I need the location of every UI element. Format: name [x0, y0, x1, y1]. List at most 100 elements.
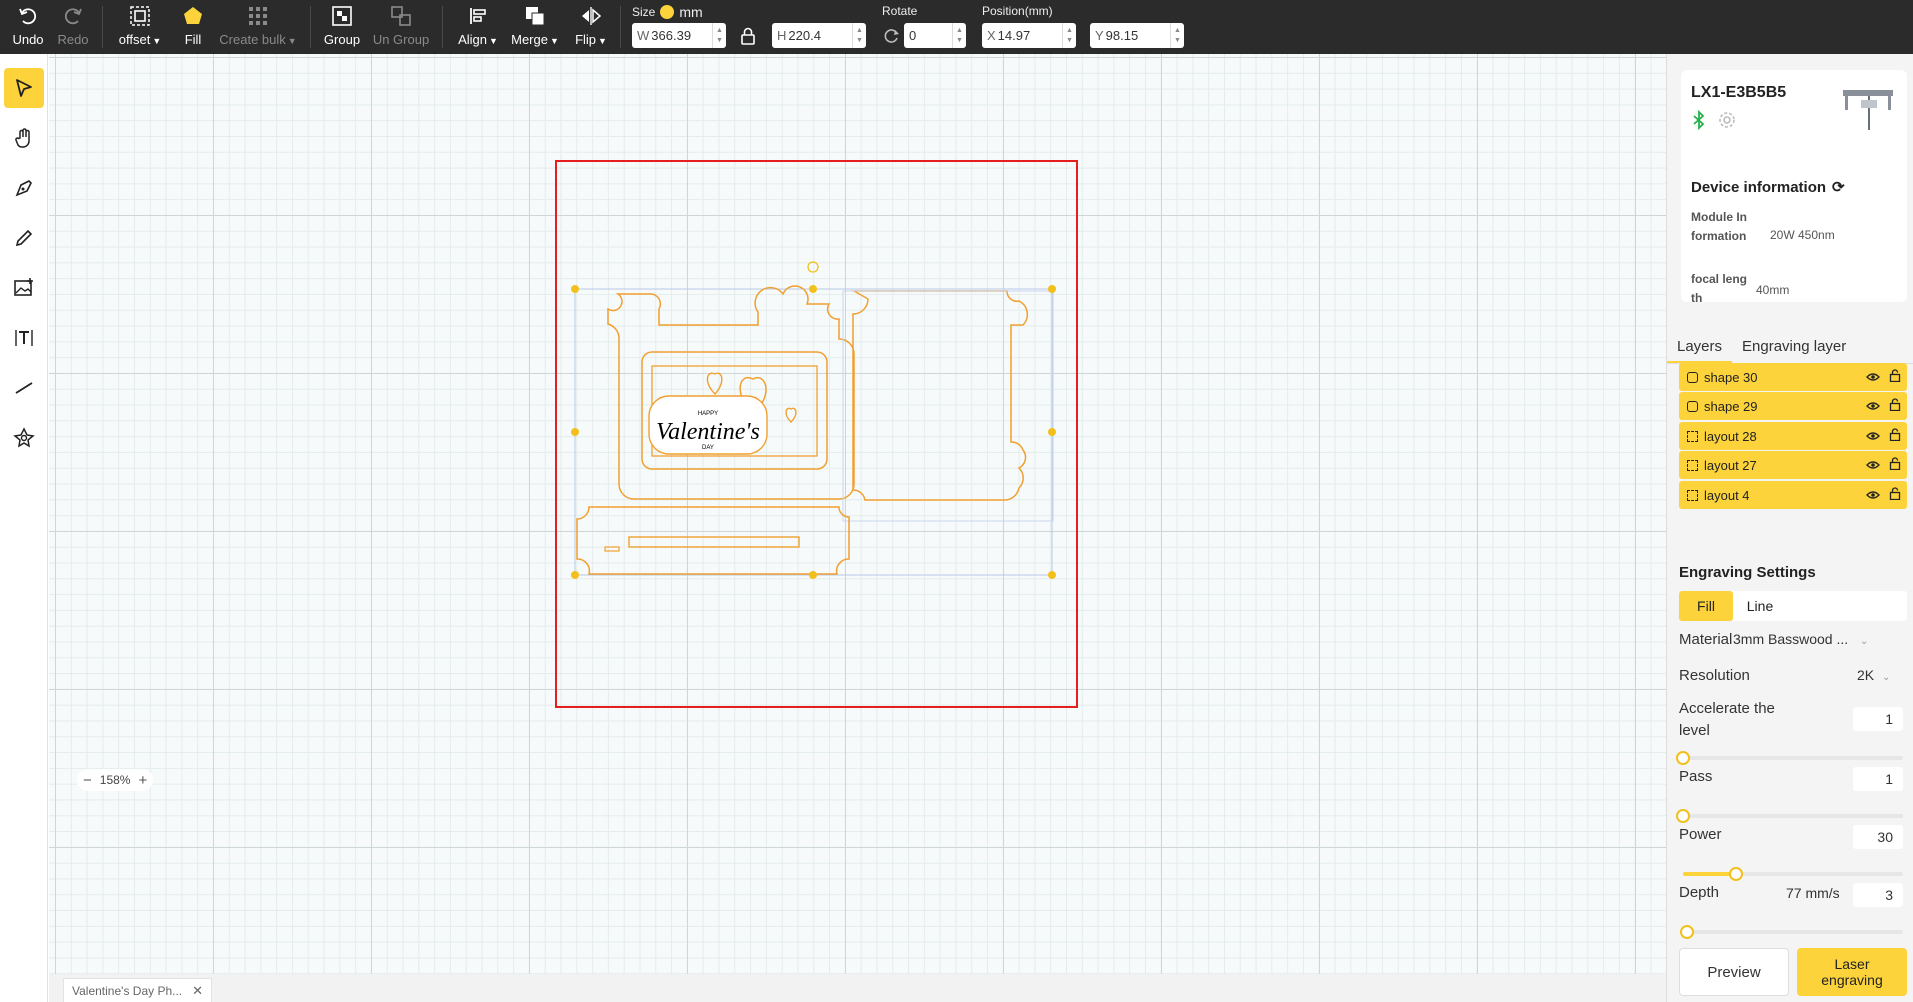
artwork-layer: HAPPY Valentine's DAY [555, 160, 1078, 708]
panel-tabs: Layers Engraving layer [1667, 330, 1913, 364]
zoom-out-icon[interactable]: − [83, 772, 92, 789]
layer-row[interactable]: layout 27 [1679, 451, 1907, 479]
x-input[interactable]: X 14.97 ▲ ▼ [982, 23, 1076, 48]
design-canvas[interactable]: HAPPY Valentine's DAY − 158% + [49, 54, 1666, 974]
material-select[interactable]: 3mm Basswood ... ⌄ [1733, 631, 1868, 647]
layer-row[interactable]: shape 30 [1679, 363, 1907, 391]
unlock-icon[interactable] [1889, 428, 1901, 444]
layer-row[interactable]: layout 4 [1679, 481, 1907, 509]
pass-input[interactable]: 1 [1853, 767, 1903, 791]
base-outline[interactable] [576, 506, 850, 575]
layer-row[interactable]: layout 28 [1679, 422, 1907, 450]
mode-fill-button[interactable]: Fill [1679, 591, 1733, 621]
valentine-text: Valentine's [656, 419, 760, 445]
zoom-control: − 158% + [77, 769, 154, 791]
unit-toggle-icon[interactable] [660, 5, 675, 19]
laser-engraving-button[interactable]: Laser engraving [1797, 948, 1907, 996]
redo-button[interactable]: Redo [55, 2, 91, 52]
layer-row[interactable]: shape 29 [1679, 392, 1907, 420]
selection-handles[interactable] [571, 285, 1056, 579]
rotate-icon [884, 28, 900, 49]
eye-icon[interactable] [1866, 458, 1880, 473]
material-value: 3mm Basswood ... [1733, 631, 1849, 647]
accelerate-label: Accelerate the level [1679, 700, 1775, 739]
height-stepper[interactable]: ▲ ▼ [852, 23, 866, 48]
rotate-stepper[interactable]: ▲ ▼ [952, 23, 966, 48]
power-slider[interactable] [1683, 867, 1903, 881]
undo-icon [18, 2, 38, 30]
line-tool[interactable] [4, 368, 44, 408]
heart-shape[interactable] [706, 372, 723, 396]
preview-button[interactable]: Preview [1679, 948, 1789, 996]
image-tool[interactable] [4, 268, 44, 308]
rotate-label: Rotate [882, 4, 918, 18]
pass-slider[interactable] [1676, 809, 1903, 823]
accelerate-input[interactable]: 1 [1853, 707, 1903, 731]
text-tool[interactable] [4, 318, 44, 358]
eye-icon[interactable] [1866, 370, 1880, 385]
base-small-slot[interactable] [604, 546, 620, 552]
height-input[interactable]: H 220.4 ▲ ▼ [772, 23, 866, 48]
create-bulk-button[interactable]: Create bulk ▼ [218, 2, 298, 52]
heart-shape[interactable] [785, 407, 797, 423]
settings-gear-icon[interactable] [1717, 110, 1737, 135]
width-stepper[interactable]: ▲ ▼ [712, 23, 726, 48]
tab-engraving-layer[interactable]: Engraving layer [1732, 330, 1856, 363]
shape-layer-icon [1687, 371, 1698, 383]
device-info-header: Device information ⟳ [1691, 178, 1845, 197]
accelerate-slider[interactable] [1676, 751, 1903, 765]
selection-box[interactable] [574, 288, 1053, 576]
text-icon [15, 330, 33, 346]
refresh-icon[interactable]: ⟳ [1832, 178, 1845, 196]
unlock-icon[interactable] [1889, 457, 1901, 473]
y-prefix: Y [1095, 28, 1104, 43]
zoom-in-icon[interactable]: + [138, 772, 147, 789]
rotate-input[interactable]: 0 ▲ ▼ [904, 23, 966, 48]
unlock-icon[interactable] [1889, 487, 1901, 503]
resolution-select[interactable]: 2K ⌄ [1857, 667, 1890, 683]
y-stepper[interactable]: ▲ ▼ [1170, 23, 1184, 48]
base-slot[interactable] [628, 536, 800, 548]
document-tab[interactable]: Valentine's Day Ph... ✕ [63, 978, 213, 1002]
x-stepper[interactable]: ▲ ▼ [1062, 23, 1076, 48]
y-input[interactable]: Y 98.15 ▲ ▼ [1090, 23, 1184, 48]
merge-button[interactable]: Merge ▼ [510, 2, 560, 52]
unlock-icon[interactable] [1889, 369, 1901, 385]
group-label: Group [323, 32, 361, 47]
pencil-tool[interactable] [4, 218, 44, 258]
slider-knob[interactable] [1728, 867, 1743, 881]
hand-tool[interactable] [4, 118, 44, 158]
flip-button[interactable]: Flip ▼ [572, 2, 610, 52]
fill-button[interactable]: Fill [178, 2, 208, 52]
width-input[interactable]: W 366.39 ▲ ▼ [632, 23, 726, 48]
slider-knob[interactable] [1676, 809, 1690, 823]
select-tool[interactable] [4, 68, 44, 108]
ungroup-button[interactable]: Un Group [372, 2, 430, 52]
mode-line-button[interactable]: Line [1733, 591, 1787, 621]
slider-knob[interactable] [1676, 751, 1690, 765]
right-frame-outline[interactable] [851, 290, 1029, 501]
unit-label[interactable]: mm [679, 4, 702, 20]
align-button[interactable]: Align ▼ [456, 2, 500, 52]
merge-icon [524, 2, 546, 30]
unlock-icon[interactable] [1889, 398, 1901, 414]
grid-icon [248, 2, 268, 30]
rotate-handle-icon[interactable] [807, 261, 819, 273]
slider-knob[interactable] [1680, 925, 1695, 939]
eye-icon[interactable] [1866, 399, 1880, 414]
depth-slider[interactable] [1680, 925, 1903, 939]
shape-tool[interactable] [4, 418, 44, 458]
redo-label: Redo [57, 32, 89, 47]
close-icon[interactable]: ✕ [192, 983, 203, 999]
eye-icon[interactable] [1866, 488, 1880, 503]
depth-input[interactable]: 3 [1853, 883, 1903, 907]
undo-button[interactable]: Undo [10, 2, 46, 52]
eye-icon[interactable] [1866, 429, 1880, 444]
fill-label: Fill [184, 32, 202, 47]
pen-tool[interactable] [4, 168, 44, 208]
offset-button[interactable]: offset ▼ [116, 2, 164, 52]
tab-layers[interactable]: Layers [1667, 330, 1733, 363]
power-input[interactable]: 30 [1853, 825, 1903, 849]
aspect-lock-icon[interactable] [740, 27, 756, 50]
group-button[interactable]: Group [322, 2, 362, 52]
